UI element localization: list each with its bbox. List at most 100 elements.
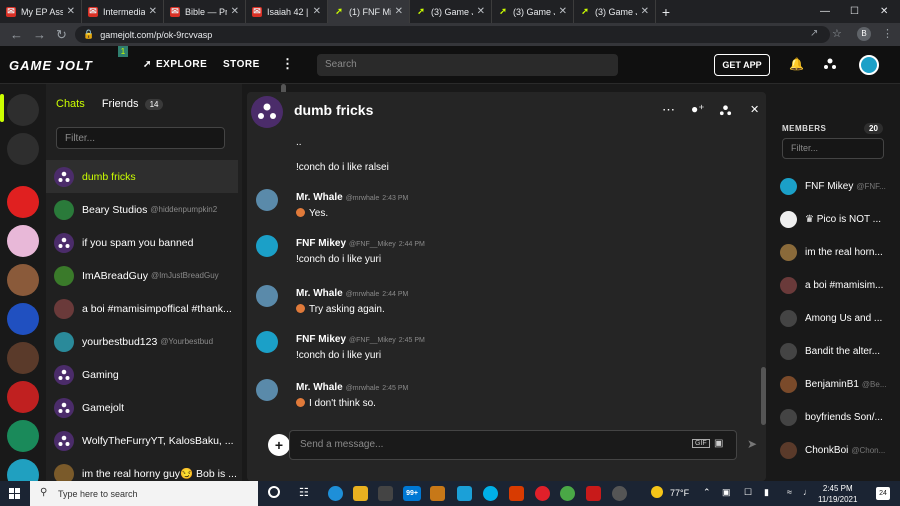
browser-tab[interactable]: ✉ Intermediate ✕ bbox=[82, 0, 164, 23]
emoji-icon[interactable]: ▣ bbox=[714, 438, 723, 449]
menu-kebab-icon[interactable]: ⋮ bbox=[882, 27, 893, 40]
member-item[interactable]: FNF Mikey @FNF... bbox=[780, 176, 900, 196]
mcafee-icon[interactable] bbox=[586, 486, 601, 501]
member-item[interactable]: ♛ Pico is NOT ... bbox=[780, 209, 900, 229]
send-icon[interactable]: ➤ bbox=[747, 437, 757, 451]
chat-list-item[interactable]: Gaming bbox=[46, 358, 238, 391]
member-item[interactable]: im the real horn... bbox=[780, 242, 900, 262]
close-tab-icon[interactable]: ✕ bbox=[231, 6, 239, 17]
url-field[interactable]: 🔒 gamejolt.com/p/ok-9rcvvasp bbox=[75, 26, 830, 43]
cortana-icon[interactable] bbox=[268, 486, 280, 498]
chat-list-item[interactable]: Beary Studios @hiddenpumpkin2 bbox=[46, 193, 238, 226]
gif-icon[interactable]: GIF bbox=[692, 439, 710, 448]
alexa-icon[interactable] bbox=[483, 486, 498, 501]
search-input[interactable]: Search bbox=[317, 54, 618, 76]
chat-icon[interactable] bbox=[7, 94, 39, 126]
volume-icon[interactable]: ♩ bbox=[803, 487, 812, 497]
weather-temp[interactable]: 77°F bbox=[670, 488, 689, 498]
close-tab-icon[interactable]: ✕ bbox=[313, 6, 321, 17]
tray-icon[interactable]: ▣ bbox=[722, 487, 731, 498]
library-icon[interactable] bbox=[7, 133, 39, 165]
file-explorer-icon[interactable] bbox=[353, 486, 368, 501]
chat-list-item[interactable]: Gamejolt bbox=[46, 391, 238, 424]
more-icon[interactable]: ⋮ bbox=[281, 56, 295, 72]
task-view-icon[interactable]: ☷ bbox=[299, 486, 309, 499]
close-window-button[interactable]: ✕ bbox=[880, 0, 888, 23]
tray-chevron-icon[interactable]: ⌃ bbox=[703, 487, 711, 498]
community-avatar[interactable] bbox=[7, 264, 39, 296]
chats-filter-input[interactable]: Filter... bbox=[56, 127, 225, 149]
community-avatar[interactable] bbox=[7, 342, 39, 374]
user-avatar[interactable] bbox=[859, 55, 879, 75]
close-tab-icon[interactable]: ✕ bbox=[559, 6, 567, 17]
close-tab-icon[interactable]: ✕ bbox=[149, 6, 157, 17]
minimize-button[interactable]: — bbox=[820, 0, 830, 23]
whale-avatar[interactable] bbox=[256, 189, 278, 211]
avatar[interactable] bbox=[256, 331, 278, 353]
attach-plus-button[interactable]: + bbox=[268, 434, 290, 456]
app-icon[interactable] bbox=[457, 486, 472, 501]
chrome-icon[interactable] bbox=[560, 486, 575, 501]
clock[interactable]: 2:45 PM 11/19/2021 bbox=[818, 483, 857, 505]
whale-avatar[interactable] bbox=[256, 285, 278, 307]
browser-tab[interactable]: ➚ (1) FNF Mikey ✕ bbox=[328, 0, 410, 23]
reload-icon[interactable]: ↻ bbox=[56, 27, 67, 43]
chat-list-item[interactable]: yourbestbud123 @Yourbestbud bbox=[46, 325, 238, 358]
member-item[interactable]: Among Us and ... bbox=[780, 308, 900, 328]
message-author[interactable]: FNF Mikey bbox=[296, 334, 346, 345]
whale-avatar[interactable] bbox=[256, 379, 278, 401]
browser-tab[interactable]: ➚ (3) Game Jolt ✕ bbox=[492, 0, 574, 23]
message-input[interactable]: Send a message... bbox=[289, 430, 737, 460]
maximize-button[interactable]: ☐ bbox=[850, 0, 859, 23]
chrome-profile-icon[interactable] bbox=[612, 486, 627, 501]
chat-list-item[interactable]: ImABreadGuy @ImJustBreadGuy bbox=[46, 259, 238, 292]
share-icon[interactable]: ↗ bbox=[810, 28, 818, 39]
community-avatar[interactable] bbox=[7, 303, 39, 335]
members-icon[interactable] bbox=[719, 104, 732, 117]
close-tab-icon[interactable]: ✕ bbox=[641, 6, 649, 17]
more-options-icon[interactable]: ⋯ bbox=[662, 102, 675, 118]
close-tab-icon[interactable]: ✕ bbox=[477, 6, 485, 17]
forward-icon[interactable]: → bbox=[33, 27, 46, 42]
tab-chats[interactable]: Chats bbox=[56, 98, 85, 110]
tab-friends[interactable]: Friends bbox=[102, 98, 139, 110]
browser-tab[interactable]: ➚ (3) Game Jolt ✕ bbox=[410, 0, 492, 23]
nav-store[interactable]: STORE bbox=[223, 59, 260, 70]
message-author[interactable]: Mr. Whale bbox=[296, 192, 343, 203]
close-chat-icon[interactable]: ✕ bbox=[750, 103, 759, 116]
app-icon[interactable] bbox=[430, 486, 445, 501]
battery-icon[interactable]: ▮ bbox=[764, 487, 769, 498]
member-item[interactable]: Bandit the alter... bbox=[780, 341, 900, 361]
chat-list-item[interactable]: a boi #mamisimpoffical #thank... bbox=[46, 292, 238, 325]
new-tab-button[interactable]: + bbox=[656, 0, 676, 23]
browser-tab[interactable]: ➚ (3) Game Jolt ✕ bbox=[574, 0, 656, 23]
back-icon[interactable]: ← bbox=[10, 27, 23, 42]
member-item[interactable]: a boi #mamisim... bbox=[780, 275, 900, 295]
opera-icon[interactable] bbox=[535, 486, 550, 501]
member-item[interactable]: ChonkBoi @Chon... bbox=[780, 440, 900, 460]
notification-center-icon[interactable]: 24 bbox=[876, 487, 890, 500]
profile-avatar[interactable]: B bbox=[857, 27, 871, 41]
message-author[interactable]: FNF Mikey bbox=[296, 238, 346, 249]
chat-list-item[interactable]: dumb fricks bbox=[46, 160, 238, 193]
get-app-button[interactable]: GET APP bbox=[714, 54, 770, 76]
avatar[interactable] bbox=[256, 235, 278, 257]
close-tab-icon[interactable]: ✕ bbox=[395, 6, 403, 17]
taskbar-search-input[interactable]: ⚲ Type here to search bbox=[30, 481, 258, 506]
add-member-icon[interactable]: ●⁺ bbox=[691, 102, 705, 116]
close-tab-icon[interactable]: ✕ bbox=[67, 6, 75, 17]
tray-icon[interactable]: ☐ bbox=[744, 487, 752, 498]
community-avatar[interactable] bbox=[7, 420, 39, 452]
message-author[interactable]: Mr. Whale bbox=[296, 288, 343, 299]
chat-list-item[interactable]: if you spam you banned bbox=[46, 226, 238, 259]
community-avatar[interactable] bbox=[7, 225, 39, 257]
gamejolt-logo[interactable]: GAME JOLT bbox=[9, 58, 93, 73]
friends-icon[interactable] bbox=[823, 57, 837, 71]
chat-list-item[interactable]: WolfyTheFurryYT, KalosBaku, ... bbox=[46, 424, 238, 457]
nav-explore[interactable]: EXPLORE bbox=[156, 59, 207, 70]
messages-scrollbar[interactable] bbox=[761, 367, 766, 425]
store-icon[interactable] bbox=[378, 486, 393, 501]
browser-tab[interactable]: ✉ Isaiah 42 | NIV ✕ bbox=[246, 0, 328, 23]
community-avatar[interactable] bbox=[7, 381, 39, 413]
member-item[interactable]: BenjaminB1 @Be... bbox=[780, 374, 900, 394]
